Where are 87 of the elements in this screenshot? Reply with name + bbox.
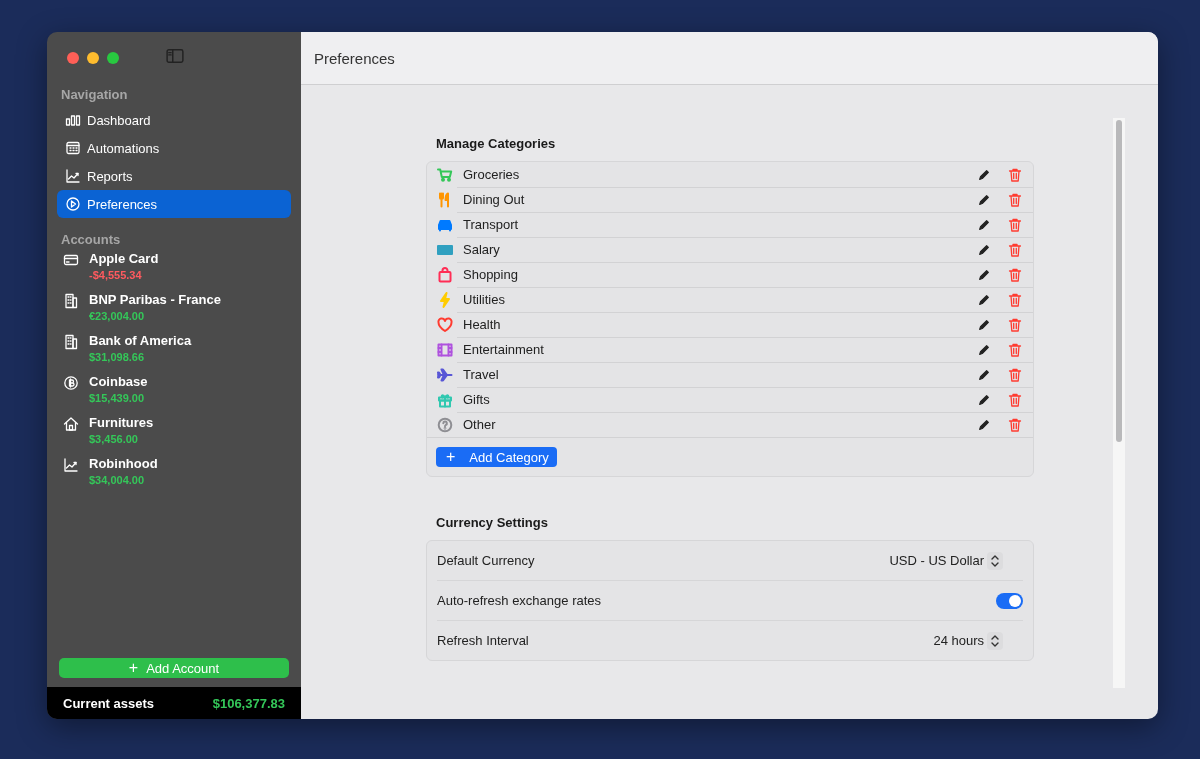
trash-icon (1007, 266, 1023, 283)
gift-icon (437, 391, 453, 408)
pencil-icon (977, 317, 991, 332)
category-name: Salary (463, 242, 501, 257)
heart-icon (437, 316, 453, 333)
calendar-icon (65, 140, 81, 156)
select-control[interactable]: 24 hours (933, 631, 1003, 650)
pencil-icon (977, 167, 991, 182)
minimize-button[interactable] (87, 52, 99, 64)
trash-icon (1007, 341, 1023, 358)
category-name: Travel (463, 367, 500, 382)
section-label: Accounts (60, 232, 122, 247)
setting-label: Refresh Interval (437, 633, 530, 648)
nav-item[interactable]: Reports (57, 162, 291, 190)
category-name: Shopping (463, 267, 519, 282)
line-chart-icon (65, 168, 81, 184)
account-name[interactable]: Robinhood (89, 456, 158, 471)
pencil-icon (977, 267, 991, 282)
add-category-button[interactable]: + Add Category (436, 447, 557, 467)
section-label: Navigation (60, 87, 129, 102)
question-icon (437, 416, 453, 433)
zoom-button[interactable] (107, 52, 119, 64)
trash-icon (1007, 316, 1023, 333)
trash-icon (1007, 391, 1023, 408)
category-name: Other (463, 417, 497, 432)
section-heading: Manage Categories (436, 136, 557, 151)
category-name: Entertainment (463, 342, 545, 357)
close-button[interactable] (67, 52, 79, 64)
setting-label: Default Currency (437, 553, 536, 568)
pencil-icon (977, 192, 991, 207)
pencil-icon (977, 342, 991, 357)
stepper-icon (987, 631, 1003, 650)
account-name[interactable]: Bank of America (89, 333, 192, 348)
category-name: Gifts (463, 392, 491, 407)
setting-label: Auto-refresh exchange rates (437, 593, 603, 608)
airplane-icon (437, 366, 453, 383)
select-control[interactable]: USD - US Dollar (889, 551, 1003, 570)
pencil-icon (977, 367, 991, 382)
scrollbar[interactable] (1113, 118, 1125, 688)
account-balance: $15,439.00 (89, 392, 146, 404)
building-icon (63, 293, 79, 309)
building-icon (63, 334, 79, 350)
pencil-icon (977, 217, 991, 232)
pencil-icon (977, 292, 991, 307)
bag-icon (437, 266, 453, 283)
pencil-icon (977, 392, 991, 407)
film-icon (437, 341, 453, 358)
credit-card-icon (63, 252, 79, 268)
trash-icon (1007, 241, 1023, 258)
account-balance: $31,098.66 (89, 351, 146, 363)
cart-icon (437, 166, 453, 183)
category-name: Transport (463, 217, 520, 232)
trash-icon (1007, 416, 1023, 433)
trash-icon (1007, 291, 1023, 308)
section-heading: Currency Settings (436, 515, 549, 530)
sidebar-toggle-icon (165, 47, 185, 65)
pencil-icon (977, 417, 991, 432)
nav-item[interactable]: Preferences (57, 190, 291, 218)
account-balance: $34,004.00 (89, 474, 146, 486)
trash-icon (1007, 166, 1023, 183)
account-balance: -$4,555.34 (89, 269, 143, 281)
account-name[interactable]: Furnitures (89, 415, 154, 430)
nav-item[interactable]: Automations (57, 134, 291, 162)
nav-item[interactable]: Dashboard (57, 106, 291, 134)
trash-icon (1007, 191, 1023, 208)
pencil-icon (977, 242, 991, 257)
trash-icon (1007, 216, 1023, 233)
account-balance: $3,456.00 (89, 433, 139, 445)
stepper-icon (987, 551, 1003, 570)
category-name: Utilities (463, 292, 506, 307)
account-name[interactable]: Coinbase (89, 374, 148, 389)
category-name: Health (463, 317, 502, 332)
assets-total: $106,377.83 (212, 695, 285, 711)
account-name[interactable]: Apple Card (89, 251, 159, 266)
assets-label: Current assets (63, 695, 155, 711)
trash-icon (1007, 366, 1023, 383)
toggle-switch[interactable] (996, 592, 1023, 609)
category-name: Dining Out (463, 192, 526, 207)
category-name: Groceries (463, 167, 521, 182)
coin-icon (63, 375, 79, 391)
house-icon (63, 416, 79, 432)
account-name[interactable]: BNP Paribas - France (89, 292, 221, 307)
bolt-icon (437, 291, 453, 308)
account-balance: €23,004.00 (89, 310, 146, 322)
window-title: Preferences (301, 32, 1158, 85)
bar-chart-icon (65, 112, 81, 128)
line-chart-icon (63, 457, 79, 473)
